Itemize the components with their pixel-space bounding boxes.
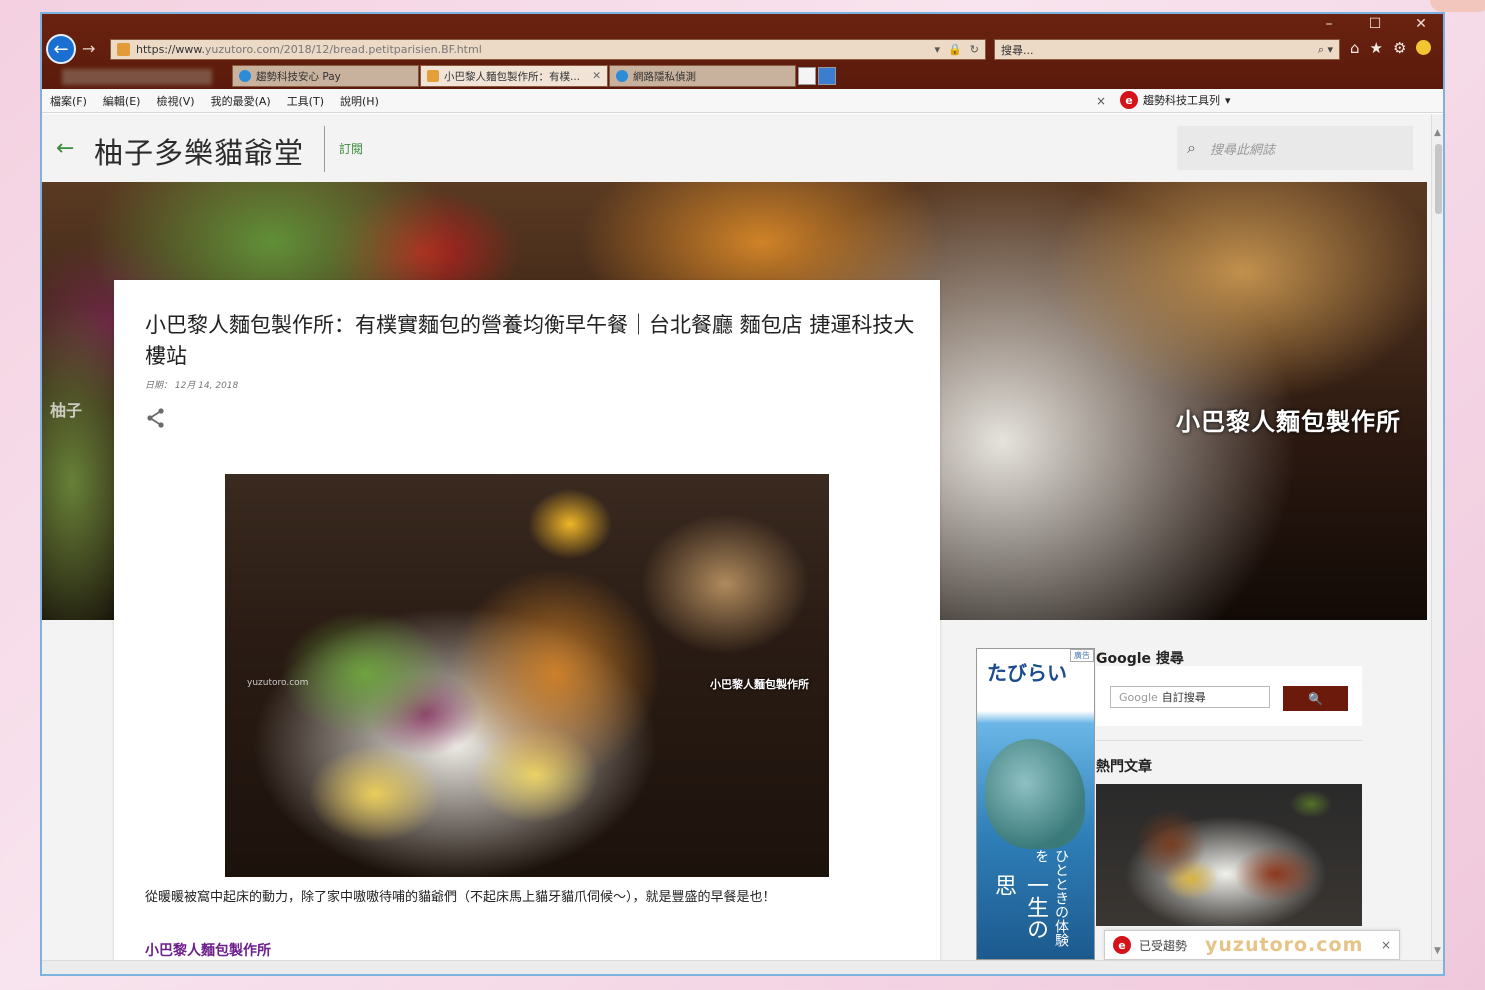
trend-micro-icon: e xyxy=(1120,91,1138,109)
hero-watermark-logo: 柚子 xyxy=(50,401,83,420)
minimize-button[interactable]: – xyxy=(1317,16,1341,32)
arrow-left-icon: ← xyxy=(53,38,69,60)
new-tab-button[interactable] xyxy=(798,67,816,85)
post-date: 日期： 12月 14, 2018 xyxy=(145,381,239,391)
status-bar xyxy=(42,960,1443,974)
google-search-widget: Google 自訂搜尋 🔍 xyxy=(1096,666,1362,726)
address-tools: ▾ 🔒 ↻ xyxy=(935,43,979,56)
forward-button[interactable]: → xyxy=(82,39,95,58)
ad-banner[interactable]: 廣告 たびらい ひとときの体験を 一生の思 xyxy=(976,648,1095,960)
tab-current-post[interactable]: 小巴黎人麵包製作所：有樸... ✕ xyxy=(420,65,608,87)
hero-caption: 小巴黎人麵包製作所 xyxy=(1176,408,1401,436)
menu-view[interactable]: 檢視(V) xyxy=(156,93,194,109)
turtle-image xyxy=(985,739,1085,849)
blog-back-arrow-icon[interactable]: ← xyxy=(56,136,74,161)
ie-favicon-icon xyxy=(616,70,628,82)
tab-close-icon[interactable]: ✕ xyxy=(592,70,601,82)
browser-search-placeholder: 搜尋... xyxy=(1001,43,1034,57)
browser-toolbar: – ☐ ✕ ← → https://www. yuzutoro.com/2018… xyxy=(42,14,1443,89)
window-controls: – ☐ ✕ xyxy=(1317,16,1433,32)
post-photo[interactable]: yuzutoro.com 小巴黎人麵包製作所 xyxy=(225,474,829,877)
tab-label: 趨勢科技安心 Pay xyxy=(256,70,341,83)
maximize-button[interactable]: ☐ xyxy=(1363,16,1387,32)
lock-icon[interactable]: 🔒 xyxy=(948,43,962,56)
ie-tab-icon[interactable] xyxy=(818,67,836,85)
browser-search-input[interactable]: 搜尋... ⌕ ▾ xyxy=(994,39,1340,60)
browser-window: – ☐ ✕ ← → https://www. yuzutoro.com/2018… xyxy=(40,12,1445,976)
background-decoration xyxy=(1430,0,1485,12)
address-scheme: https://www. xyxy=(136,43,205,56)
menu-edit[interactable]: 編輯(E) xyxy=(103,93,141,109)
tab-privacy-scan[interactable]: 網路隱私偵測 xyxy=(609,65,796,87)
tab-trend-pay[interactable]: 趨勢科技安心 Pay xyxy=(232,65,419,87)
chevron-down-icon: ▾ xyxy=(1225,93,1231,107)
ad-headline: 一生の思 xyxy=(991,874,1048,940)
popular-post-thumbnail[interactable] xyxy=(1096,784,1362,926)
google-search-heading: Google 搜尋 xyxy=(1096,651,1184,667)
share-icon[interactable] xyxy=(145,407,167,429)
post-subheading-link[interactable]: 小巴黎人麵包製作所 xyxy=(145,940,271,960)
post-paragraph: 從暖暖被窩中起床的動力，除了家中嗷嗷待哺的貓爺們（不起床馬上貓牙貓爪伺候～），就… xyxy=(145,890,776,905)
image-caption: 小巴黎人麵包製作所 xyxy=(710,678,809,691)
trend-notification[interactable]: e 已受趨勢 yuzutoro.com × xyxy=(1104,930,1400,960)
blog-header: ← 柚子多樂貓爺堂 訂閱 ⌕ 搜尋此網誌 xyxy=(42,114,1431,182)
post-card: 小巴黎人麵包製作所：有樸實麵包的營養均衡早午餐｜台北餐廳 麵包店 捷運科技大樓站… xyxy=(114,280,940,960)
blog-search-input[interactable]: ⌕ 搜尋此網誌 xyxy=(1177,126,1413,170)
site-favicon-icon xyxy=(117,43,130,56)
trend-micro-icon: e xyxy=(1113,936,1131,954)
cat-favicon-icon xyxy=(427,70,439,82)
scroll-up-icon[interactable]: ▲ xyxy=(1434,128,1441,138)
trend-toolbar-label: 趨勢科技工具列 xyxy=(1143,94,1220,107)
notification-close-icon[interactable]: × xyxy=(1381,938,1391,952)
close-button[interactable]: ✕ xyxy=(1409,16,1433,32)
header-divider xyxy=(324,126,325,172)
address-bar[interactable]: https://www. yuzutoro.com/2018/12/bread.… xyxy=(110,39,986,60)
search-icon: 🔍 xyxy=(1308,691,1323,706)
address-path: yuzutoro.com/2018/12/bread.petitparisien… xyxy=(204,43,482,56)
scroll-down-icon[interactable]: ▼ xyxy=(1434,946,1441,956)
menu-file[interactable]: 檔案(F) xyxy=(50,93,87,109)
tab-label: 小巴黎人麵包製作所：有樸... xyxy=(444,70,581,83)
search-icon: ⌕ xyxy=(1187,138,1196,157)
page-viewport: ← 柚子多樂貓爺堂 訂閱 ⌕ 搜尋此網誌 柚子 小巴黎人麵包製作所 小巴黎人麵包… xyxy=(42,114,1431,960)
toolbar-close-icon[interactable]: × xyxy=(1096,94,1106,108)
star-icon[interactable]: ★ xyxy=(1370,39,1383,57)
page-watermark: yuzutoro.com xyxy=(1205,934,1364,956)
dropdown-icon[interactable]: ▾ xyxy=(935,43,941,56)
menu-help[interactable]: 說明(H) xyxy=(340,93,379,109)
blog-search-placeholder: 搜尋此網誌 xyxy=(1209,142,1275,158)
arrow-right-icon: → xyxy=(82,39,96,58)
home-icon[interactable]: ⌂ xyxy=(1350,39,1360,57)
back-button[interactable]: ← xyxy=(46,34,76,64)
menu-bar: 檔案(F) 編輯(E) 檢視(V) 我的最愛(A) 工具(T) 說明(H) × … xyxy=(42,89,1443,113)
ad-label[interactable]: 廣告 xyxy=(1070,649,1094,662)
vertical-scrollbar[interactable]: ▲ ▼ xyxy=(1431,114,1443,960)
image-watermark: yuzutoro.com xyxy=(247,678,309,688)
browser-right-icons: ⌂ ★ ⚙ xyxy=(1350,39,1432,57)
google-search-placeholder: 自訂搜尋 xyxy=(1161,691,1206,704)
blog-title[interactable]: 柚子多樂貓爺堂 xyxy=(94,130,304,172)
smiley-icon[interactable] xyxy=(1416,40,1432,55)
search-icon[interactable]: ⌕ ▾ xyxy=(1318,43,1333,57)
menu-favorites[interactable]: 我的最愛(A) xyxy=(211,93,271,109)
google-search-button[interactable]: 🔍 xyxy=(1283,686,1348,711)
google-search-input[interactable]: Google 自訂搜尋 xyxy=(1110,686,1270,708)
gear-icon[interactable]: ⚙ xyxy=(1393,39,1406,57)
popular-posts-heading: 熱門文章 xyxy=(1096,759,1152,775)
sidebar-divider xyxy=(1096,740,1362,741)
ie-favicon-icon xyxy=(239,70,251,82)
menu-tools[interactable]: 工具(T) xyxy=(287,93,324,109)
ad-brand: たびらい xyxy=(987,661,1067,685)
trend-toolbar-button[interactable]: e 趨勢科技工具列 ▾ xyxy=(1120,91,1231,109)
tab-label: 網路隱私偵測 xyxy=(633,70,696,83)
google-brand: Google xyxy=(1119,690,1158,704)
subscribe-link[interactable]: 訂閱 xyxy=(339,140,363,157)
post-title: 小巴黎人麵包製作所：有樸實麵包的營養均衡早午餐｜台北餐廳 麵包店 捷運科技大樓站 xyxy=(145,313,915,368)
blurred-tab xyxy=(62,69,212,85)
scrollbar-thumb[interactable] xyxy=(1435,144,1442,214)
refresh-icon[interactable]: ↻ xyxy=(970,43,979,56)
tab-strip: 趨勢科技安心 Pay 小巴黎人麵包製作所：有樸... ✕ 網路隱私偵測 xyxy=(42,64,1443,88)
notification-text: 已受趨勢 xyxy=(1139,938,1188,953)
